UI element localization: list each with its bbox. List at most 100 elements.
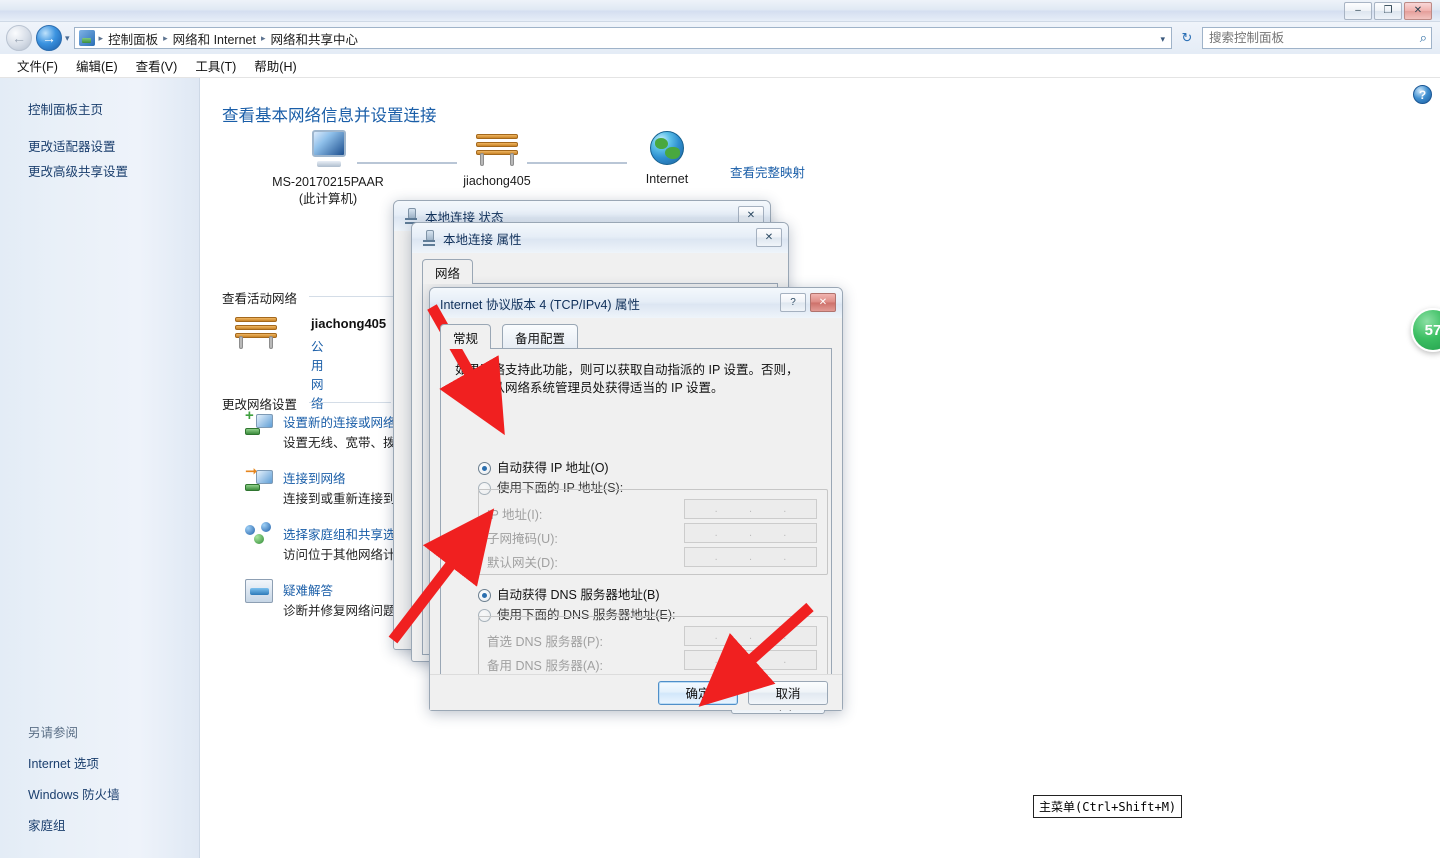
ok-button[interactable]: 确定 <box>658 680 738 705</box>
sidebar-item-control-panel-home[interactable]: 控制面板主页 <box>0 96 200 121</box>
close-icon: ✕ <box>746 210 756 221</box>
main-menu-hint[interactable]: 主菜单(Ctrl+Shift+M) <box>1033 795 1183 818</box>
dns-fields-group: 首选 DNS 服务器(P): . . . 备用 DNS 服务器(A): . . … <box>478 616 828 678</box>
octet-dot: . <box>783 551 787 563</box>
dialog-tabs: 网络 <box>422 259 788 284</box>
back-button[interactable]: ← <box>6 25 32 51</box>
minimize-icon: – <box>1355 5 1361 16</box>
subnet-mask-input[interactable]: . . . <box>684 523 817 543</box>
help-button[interactable]: ? <box>780 293 806 312</box>
list-item-description: 诊断并修复网络问题， <box>283 604 409 618</box>
active-network-type[interactable]: 公用网络 <box>311 336 324 412</box>
sidebar-item-internet-options[interactable]: Internet 选项 <box>0 747 200 778</box>
connect-to-network-icon: ➞ <box>245 464 273 492</box>
default-gateway-input[interactable]: . . . <box>684 547 817 567</box>
history-dropdown-button[interactable]: ▾ <box>65 33 70 44</box>
alternate-dns-input[interactable]: . . . <box>684 650 817 670</box>
page-title: 查看基本网络信息并设置连接 <box>222 107 437 125</box>
forward-arrow-icon: → <box>42 30 56 46</box>
octet-dot: . <box>714 527 718 539</box>
tab-panel-general: 如果网络支持此功能，则可以获取自动指派的 IP 设置。否则， 您需要从网络系统管… <box>440 348 832 714</box>
breadcrumb-dropdown-icon[interactable]: ▾ <box>1160 34 1165 45</box>
octet-dot: . <box>783 527 787 539</box>
map-node-internet[interactable]: Internet <box>597 131 737 188</box>
close-icon: ✕ <box>818 297 828 308</box>
close-button[interactable]: ✕ <box>1404 2 1432 20</box>
close-icon: ✕ <box>1413 5 1423 16</box>
breadcrumb-item-network-internet[interactable]: 网络和 Internet <box>170 29 259 48</box>
sidebar-item-change-advanced-sharing[interactable]: 更改高级共享设置 <box>0 158 200 183</box>
breadcrumb-separator: ▸ <box>260 32 266 43</box>
radio-obtain-ip-automatically[interactable]: 自动获得 IP 地址(O) <box>478 459 609 478</box>
radio-obtain-dns-automatically[interactable]: 自动获得 DNS 服务器地址(B) <box>478 586 660 605</box>
search-box[interactable]: ⌕ <box>1202 27 1432 49</box>
menu-edit[interactable]: 编辑(E) <box>67 54 127 77</box>
sidebar: 控制面板主页 更改适配器设置 更改高级共享设置 另请参阅 Internet 选项… <box>0 78 200 858</box>
globe-icon <box>650 131 684 165</box>
sidebar-item-windows-firewall[interactable]: Windows 防火墙 <box>0 778 200 809</box>
dialog-titlebar: Internet 协议版本 4 (TCP/IPv4) 属性 ? ✕ <box>430 288 842 318</box>
search-icon: ⌕ <box>1419 30 1427 45</box>
restore-icon: ❐ <box>1383 5 1393 16</box>
forward-button[interactable]: → <box>36 25 62 51</box>
cancel-button[interactable]: 取消 <box>748 680 828 705</box>
breadcrumb-item-control-panel[interactable]: 控制面板 <box>105 29 161 48</box>
new-connection-icon: + <box>245 408 273 436</box>
list-item-title[interactable]: 连接到网络 <box>283 468 346 487</box>
map-node-label: jiachong405 <box>463 174 531 188</box>
menu-help[interactable]: 帮助(H) <box>245 54 305 77</box>
tab-network[interactable]: 网络 <box>422 259 474 284</box>
active-networks-heading: 查看活动网络 <box>222 292 298 306</box>
map-node-this-computer[interactable]: MS-20170215PAAR (此计算机) <box>258 130 398 208</box>
ip-fields-group: IP 地址(I): . . . 子网掩码(U): . . . 默认网关(D): … <box>478 489 828 575</box>
dialog-footer: 确定 取消 <box>430 674 842 710</box>
tab-alternate-config[interactable]: 备用配置 <box>502 324 579 348</box>
help-icon[interactable]: ? <box>1413 85 1432 104</box>
close-button[interactable]: ✕ <box>810 293 836 312</box>
search-input[interactable] <box>1207 30 1420 46</box>
list-item-title[interactable]: 设置新的连接或网络 <box>283 412 396 431</box>
dialog-window-controls: ✕ <box>756 228 782 247</box>
octet-dot: . <box>714 551 718 563</box>
map-node-label: MS-20170215PAAR <box>272 175 384 189</box>
ip-address-input[interactable]: . . . <box>684 499 817 519</box>
octet-dot: . <box>714 654 718 666</box>
tab-general[interactable]: 常规 <box>440 324 492 349</box>
preferred-dns-input[interactable]: . . . <box>684 626 817 646</box>
menu-bar: 文件(F) 编辑(E) 查看(V) 工具(T) 帮助(H) <box>0 54 1440 78</box>
list-item-title[interactable]: 疑难解答 <box>283 580 333 599</box>
octet-dot: . <box>783 654 787 666</box>
menu-tools[interactable]: 工具(T) <box>186 54 245 77</box>
dialog-window-controls: ? ✕ <box>780 293 836 312</box>
maximize-restore-button[interactable]: ❐ <box>1374 2 1402 20</box>
minimize-button[interactable]: – <box>1344 2 1372 20</box>
octet-dot: . <box>748 654 753 666</box>
dialog-tcpipv4-properties[interactable]: Internet 协议版本 4 (TCP/IPv4) 属性 ? ✕ 常规 备用配… <box>429 287 843 714</box>
menu-file[interactable]: 文件(F) <box>8 54 67 77</box>
view-full-map-link[interactable]: 查看完整映射 <box>730 162 805 181</box>
ip-address-label: IP 地址(I): <box>487 508 543 522</box>
list-item-description: 设置无线、宽带、拨号 <box>283 436 409 450</box>
window-controls: – ❐ ✕ <box>1344 2 1432 20</box>
sidebar-top-links: 控制面板主页 更改适配器设置 更改高级共享设置 <box>0 96 200 183</box>
close-icon: ✕ <box>764 232 774 243</box>
preferred-dns-label: 首选 DNS 服务器(P): <box>487 635 603 649</box>
section-divider <box>309 402 391 403</box>
sidebar-item-change-adapter-settings[interactable]: 更改适配器设置 <box>0 133 200 158</box>
menu-view[interactable]: 查看(V) <box>127 54 187 77</box>
list-item-title[interactable]: 选择家庭组和共享选项 <box>283 524 408 543</box>
close-button[interactable]: ✕ <box>756 228 782 247</box>
sidebar-item-homegroup[interactable]: 家庭组 <box>0 809 200 840</box>
breadcrumb[interactable]: ▸ 控制面板 ▸ 网络和 Internet ▸ 网络和共享中心 ▾ <box>73 27 1172 49</box>
radio-label: 自动获得 DNS 服务器地址(B) <box>497 588 660 602</box>
map-node-label: Internet <box>645 172 689 186</box>
radio-indicator <box>478 462 491 476</box>
map-node-network[interactable]: jiachong405 <box>427 131 567 190</box>
octet-dot: . <box>748 551 753 563</box>
octet-dot: . <box>748 630 753 642</box>
octet-dot: . <box>783 503 787 515</box>
breadcrumb-item-network-sharing-center[interactable]: 网络和共享中心 <box>268 29 362 48</box>
control-panel-window: – ❐ ✕ ← → ▾ ▸ 控制面板 ▸ 网络和 Internet ▸ 网络和共… <box>0 0 1440 858</box>
refresh-button[interactable]: ↻ <box>1176 27 1198 49</box>
